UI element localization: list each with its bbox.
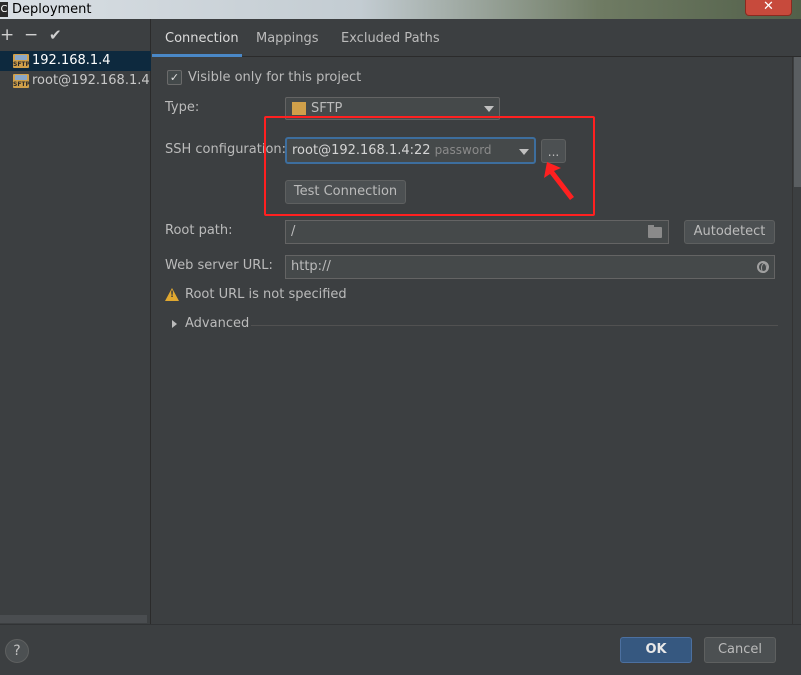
add-icon[interactable]: + — [0, 25, 14, 45]
root-url-warning: Root URL is not specified — [185, 287, 347, 302]
type-value: SFTP — [311, 101, 343, 116]
vertical-scrollbar[interactable] — [792, 57, 801, 624]
visible-only-label: Visible only for this project — [188, 70, 362, 85]
deployment-dialog: C Deployment ✕ + − ✔ SFTP 192.168.1.4 SF… — [0, 0, 801, 675]
folder-icon[interactable] — [648, 225, 662, 238]
sftp-server-icon: SFTP — [13, 74, 30, 88]
window-title: Deployment — [12, 2, 92, 17]
ok-button[interactable]: OK — [620, 637, 692, 663]
remove-icon[interactable]: − — [24, 25, 38, 45]
server-item-label: root@192.168.1.4:22 — [32, 73, 151, 88]
root-path-value: / — [291, 224, 296, 239]
chevron-down-icon — [484, 106, 494, 112]
close-button[interactable]: ✕ — [745, 0, 792, 16]
tab-excluded-paths[interactable]: Excluded Paths — [329, 19, 452, 57]
server-item-label: 192.168.1.4 — [32, 53, 111, 68]
tab-bar: Connection Mappings Excluded Paths — [152, 19, 801, 57]
type-label: Type: — [165, 100, 200, 115]
apply-check-icon[interactable]: ✔ — [49, 25, 62, 45]
web-server-url-value: http:// — [291, 259, 331, 274]
cancel-button[interactable]: Cancel — [704, 637, 776, 663]
horizontal-scrollbar[interactable] — [0, 615, 147, 623]
dialog-footer: ? OK Cancel — [0, 624, 801, 675]
tab-mappings[interactable]: Mappings — [244, 19, 331, 57]
advanced-toggle[interactable]: Advanced — [185, 316, 249, 331]
scrollbar-thumb[interactable] — [794, 57, 801, 187]
server-item-root-192-168-1-4-22[interactable]: SFTP root@192.168.1.4:22 — [0, 71, 151, 91]
warning-icon: ! — [165, 288, 179, 301]
sftp-server-icon: SFTP — [13, 54, 30, 68]
globe-icon[interactable] — [757, 261, 769, 273]
active-tab-indicator — [152, 54, 242, 57]
app-icon: C — [0, 2, 8, 17]
advanced-separator — [251, 325, 778, 326]
root-path-label: Root path: — [165, 223, 233, 238]
visible-only-checkbox[interactable]: ✓ — [167, 70, 182, 85]
server-toolbar: + − ✔ — [0, 19, 151, 53]
web-server-url-label: Web server URL: — [165, 258, 273, 273]
autodetect-button[interactable]: Autodetect — [684, 220, 775, 244]
root-path-input[interactable]: / — [285, 220, 669, 244]
annotation-arrow-icon — [544, 162, 574, 200]
server-list-panel: + − ✔ SFTP 192.168.1.4 SFTP root@192.168… — [0, 19, 151, 624]
server-item-192-168-1-4[interactable]: SFTP 192.168.1.4 — [0, 51, 151, 71]
sftp-icon — [292, 102, 306, 115]
web-server-url-input[interactable]: http:// — [285, 255, 775, 279]
title-bar: C Deployment ✕ — [0, 0, 801, 19]
help-button[interactable]: ? — [5, 639, 29, 663]
chevron-right-icon[interactable] — [172, 320, 177, 328]
tab-connection[interactable]: Connection — [153, 19, 251, 57]
